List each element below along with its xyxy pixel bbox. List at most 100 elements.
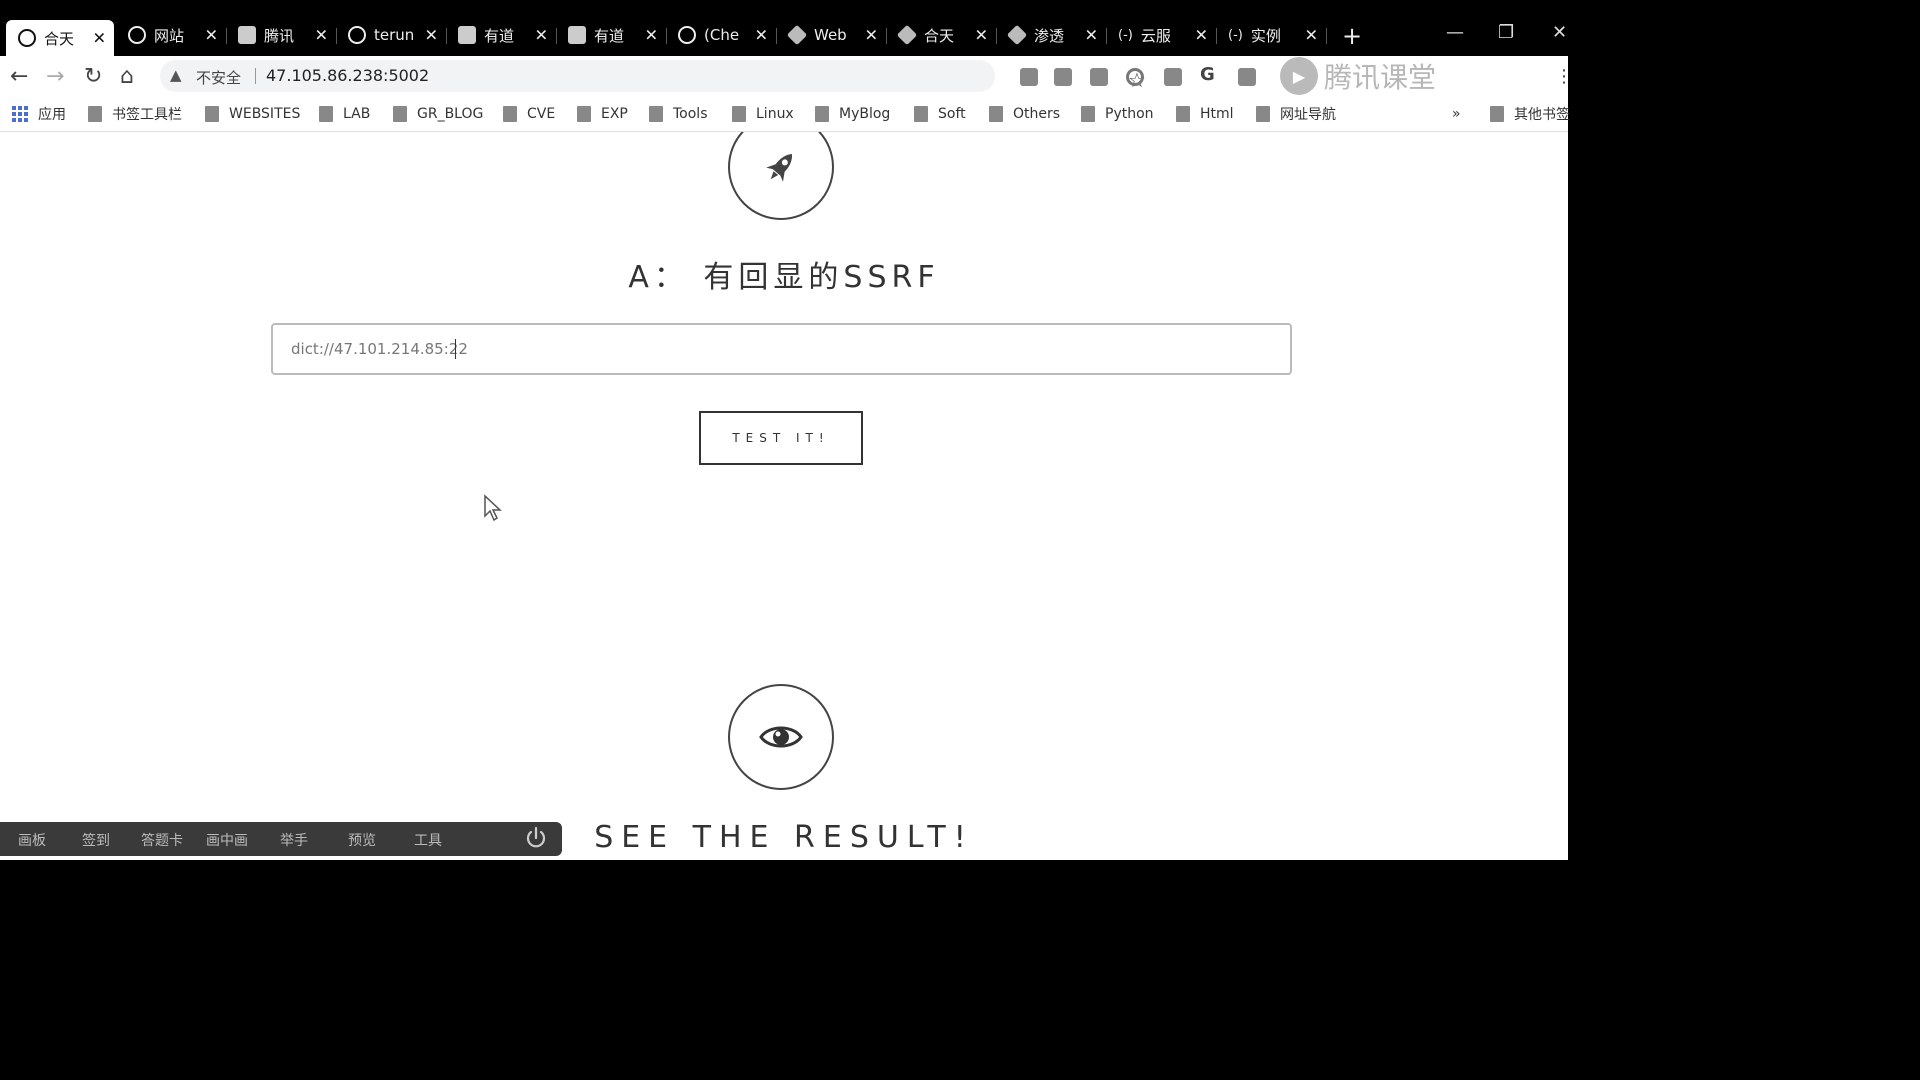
extension-icon[interactable] (1164, 68, 1182, 86)
code-icon: (-) (1228, 27, 1243, 43)
url-text[interactable]: 47.105.86.238:5002 (266, 66, 429, 85)
close-icon[interactable]: ✕ (975, 26, 988, 45)
bookmark-folder[interactable]: 网址导航 (1256, 104, 1336, 124)
tab-2[interactable]: 腾讯 ✕ (226, 20, 337, 50)
rocket-icon (766, 153, 792, 182)
tab-7[interactable]: Web ✕ (776, 20, 887, 50)
bookmark-label: LAB (343, 106, 371, 122)
whiteboard-button[interactable]: 画板 (18, 830, 46, 850)
bookmark-other[interactable]: 其他书签 (1490, 104, 1570, 124)
gem-icon (786, 24, 808, 46)
close-icon[interactable]: ✕ (315, 26, 328, 45)
tab-6[interactable]: (Che ✕ (666, 20, 777, 50)
grammarly-icon[interactable]: G (1200, 64, 1215, 85)
github-icon (348, 26, 366, 44)
folder-icon (393, 106, 407, 122)
warning-icon[interactable]: ▲ (170, 66, 182, 84)
new-tab-button[interactable]: + (1342, 22, 1362, 50)
close-icon[interactable]: ✕ (535, 26, 548, 45)
close-icon[interactable]: ✕ (93, 29, 106, 48)
folder-icon (1081, 106, 1095, 122)
extension-icon[interactable] (1054, 68, 1072, 86)
extension-icon[interactable] (1126, 68, 1144, 86)
bookmark-folder[interactable]: Linux (732, 104, 794, 124)
power-icon[interactable] (524, 826, 548, 850)
bookmark-folder[interactable]: Tools (649, 104, 708, 124)
raise-hand-button[interactable]: 举手 (280, 830, 308, 850)
bookmark-folder[interactable]: MyBlog (815, 104, 890, 124)
close-icon[interactable]: ✕ (425, 26, 438, 45)
watermark-text: 腾讯课堂 (1324, 61, 1437, 94)
bookmark-label: CVE (527, 106, 556, 122)
bookmark-folder[interactable]: EXP (577, 104, 628, 124)
bookmark-folder[interactable]: Others (989, 104, 1060, 124)
tab-10[interactable]: (-) 云服 ✕ (1106, 20, 1217, 50)
restore-button[interactable]: ❐ (1498, 22, 1514, 43)
tab-title: 实例 (1250, 26, 1281, 45)
address-bar[interactable]: ▲ 不安全 47.105.86.238:5002 ☆ (160, 60, 1146, 92)
forward-icon[interactable]: → (46, 64, 64, 89)
bookmark-folder[interactable]: Python (1081, 104, 1154, 124)
bookmark-folder[interactable]: GR_BLOG (393, 104, 483, 124)
bookmark-folder[interactable]: Html (1176, 104, 1234, 124)
bookmark-label: GR_BLOG (417, 106, 484, 122)
bookmark-folder[interactable]: WEBSITES (205, 104, 300, 124)
url-input[interactable] (271, 323, 1292, 375)
close-icon[interactable]: ✕ (1085, 26, 1098, 45)
classroom-toolbar: 画板 签到 答题卡 画中画 举手 预览 工具 (0, 822, 562, 856)
tab-title: Web (814, 26, 847, 44)
gem-icon (1006, 24, 1028, 46)
globe-icon (18, 29, 36, 47)
close-icon[interactable]: ✕ (645, 26, 658, 45)
close-icon[interactable]: ✕ (1195, 26, 1208, 45)
bookmark-label: Html (1200, 106, 1234, 122)
text-caret (455, 339, 456, 359)
close-icon[interactable]: ✕ (755, 26, 768, 45)
bookmark-folder[interactable]: LAB (319, 104, 370, 124)
tab-0[interactable]: 合天 ✕ (6, 20, 114, 56)
menu-icon[interactable]: ⋮ (1555, 66, 1573, 87)
sign-in-button[interactable]: 签到 (82, 830, 110, 850)
answer-card-button[interactable]: 答题卡 (141, 830, 183, 850)
tab-1[interactable]: 网站 ✕ (116, 20, 227, 50)
bookmark-folder[interactable]: 书签工具栏 (88, 104, 182, 124)
tab-title: 有道 (484, 26, 515, 45)
globe-icon (678, 26, 696, 44)
extension-icon[interactable] (1238, 68, 1256, 86)
close-icon[interactable]: ✕ (865, 26, 878, 45)
tab-8[interactable]: 合天 ✕ (886, 20, 997, 50)
back-icon[interactable]: ← (10, 64, 28, 89)
bookmark-apps[interactable]: 应用 (12, 104, 66, 124)
close-icon[interactable]: ✕ (1305, 26, 1318, 45)
eye-icon (759, 726, 803, 748)
close-icon[interactable]: ✕ (205, 26, 218, 45)
tab-title: terun (374, 26, 415, 44)
window-close-button[interactable]: ✕ (1552, 22, 1567, 43)
folder-icon (577, 106, 591, 122)
globe-icon (128, 26, 146, 44)
test-button[interactable]: TEST IT! (699, 411, 863, 465)
folder-icon (815, 106, 829, 122)
tab-3[interactable]: terun ✕ (336, 20, 447, 50)
tab-4[interactable]: 有道 ✕ (446, 20, 557, 50)
reload-icon[interactable]: ↻ (84, 64, 102, 89)
tab-5[interactable]: 有道 ✕ (556, 20, 667, 50)
preview-button[interactable]: 预览 (348, 830, 376, 850)
tab-11[interactable]: (-) 实例 ✕ (1216, 20, 1327, 50)
picture-in-picture-button[interactable]: 画中画 (206, 830, 248, 850)
tools-button[interactable]: 工具 (414, 830, 442, 850)
bookmark-label: Others (1013, 106, 1061, 122)
extension-icon[interactable] (1020, 68, 1038, 86)
minimize-button[interactable]: — (1446, 22, 1464, 43)
bookmark-folder[interactable]: CVE (503, 104, 555, 124)
bookmark-label: 应用 (38, 107, 66, 123)
bookmark-label: EXP (601, 106, 628, 122)
tab-9[interactable]: 渗透 ✕ (996, 20, 1107, 50)
extension-icon[interactable] (1090, 68, 1108, 86)
bookmarks-overflow-button[interactable]: » (1452, 104, 1461, 124)
insecure-label[interactable]: 不安全 (196, 67, 241, 88)
home-icon[interactable]: ⌂ (120, 64, 134, 89)
bookmark-folder[interactable]: Soft (914, 104, 966, 124)
rocket-badge (728, 132, 834, 220)
folder-icon (319, 106, 333, 122)
